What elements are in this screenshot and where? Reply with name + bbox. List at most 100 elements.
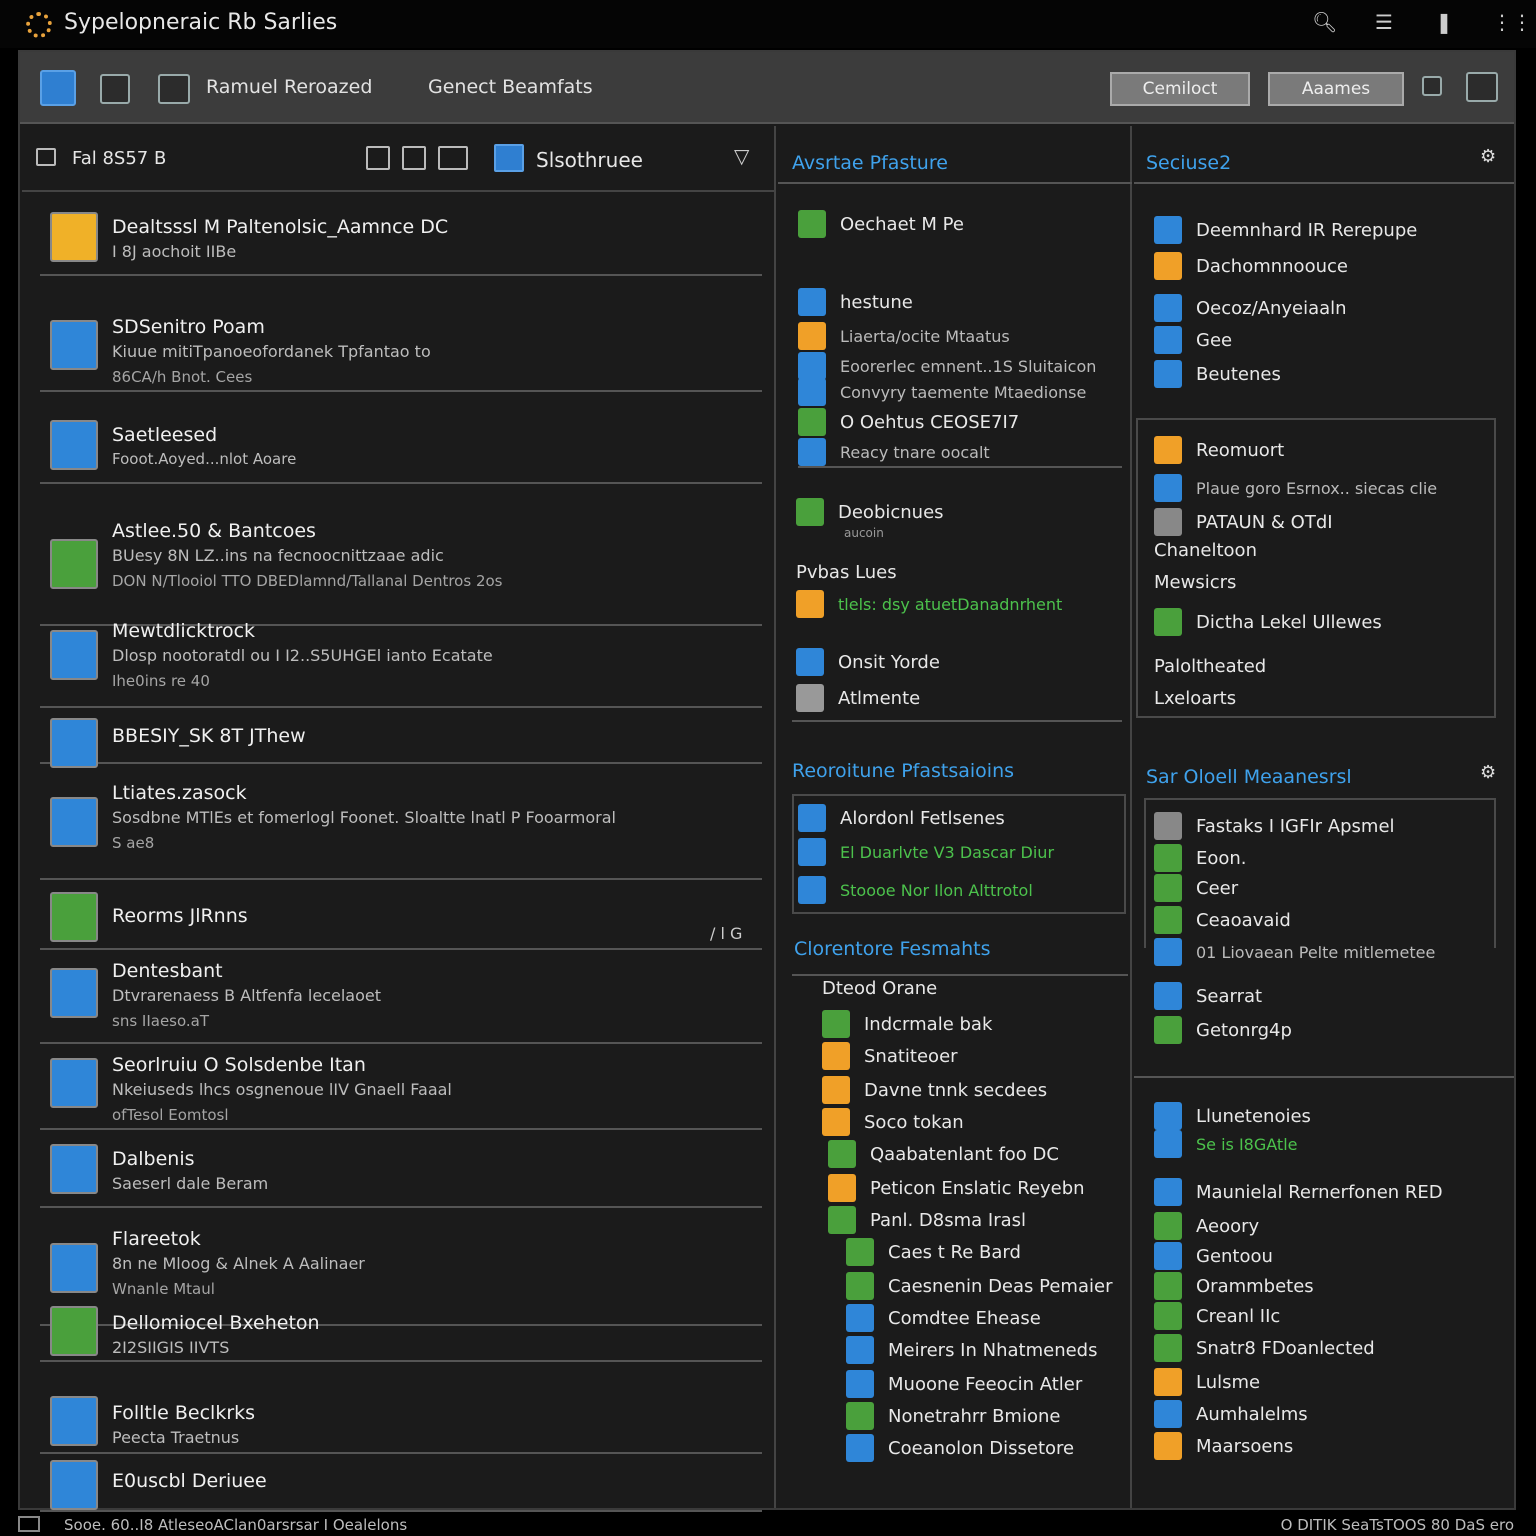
list-row[interactable]: Aeoory bbox=[1154, 1212, 1259, 1240]
list-row[interactable]: Oechaet M Pe bbox=[798, 210, 964, 238]
list-row[interactable]: Peticon Enslatic Reyebn bbox=[828, 1174, 1085, 1202]
chevron-down-icon[interactable]: ▽ bbox=[734, 144, 749, 168]
list-item[interactable]: Dellomiocel Bxeheton 2I2SIIGIS IIVTS bbox=[40, 1302, 762, 1362]
list-row[interactable]: Dteod Orane bbox=[822, 978, 937, 999]
list-item[interactable]: Dalbenis Saeserl dale Beram bbox=[40, 1138, 762, 1208]
list-row[interactable]: Reomuort bbox=[1154, 436, 1284, 464]
list-row[interactable]: O Oehtus CEOSE7I7 bbox=[798, 408, 1019, 436]
list-row[interactable]: Reacy tnare oocalt bbox=[798, 438, 990, 466]
list-item[interactable]: Dentesbant Dtvrarenaess B Altfenfa lecela… bbox=[40, 950, 762, 1044]
list-row[interactable]: Ceer bbox=[1154, 874, 1238, 902]
window-icon[interactable] bbox=[158, 74, 190, 104]
list-row[interactable]: Paloltheated bbox=[1154, 656, 1266, 677]
resize-icon[interactable] bbox=[1466, 72, 1498, 102]
list-row[interactable]: Plaue goro Esrnox.. siecas clie bbox=[1154, 474, 1437, 502]
list-row[interactable]: Panl. D8sma Irasl bbox=[828, 1206, 1026, 1234]
list-row[interactable]: Stoooe Nor Ilon Alttrotol bbox=[798, 876, 1033, 904]
list-item[interactable]: Folltle Beclkrks Peecta Traetnus bbox=[40, 1392, 762, 1454]
list-view-icon[interactable] bbox=[36, 148, 56, 166]
image-icon[interactable] bbox=[438, 146, 468, 170]
toolbar-button-2[interactable]: Aaames bbox=[1268, 72, 1404, 106]
list-row[interactable]: El Duarlvte V3 Dascar Diur bbox=[798, 838, 1054, 866]
list-row[interactable]: Se is I8GAtle bbox=[1154, 1130, 1297, 1158]
list-item[interactable]: Ltiates.zasock Sosdbne MTlEs et fomerlogl… bbox=[40, 772, 762, 880]
row-label: Gentoou bbox=[1196, 1245, 1273, 1267]
list-row[interactable]: Creanl IIc bbox=[1154, 1302, 1280, 1330]
home-icon[interactable] bbox=[40, 70, 76, 106]
list-row[interactable]: PATAUN & OTdI bbox=[1154, 508, 1333, 536]
list-icon[interactable]: ☰ bbox=[1372, 10, 1396, 34]
list-item[interactable]: Astlee.50 & Bantcoes BUesy 8N LZ..ins na … bbox=[40, 510, 762, 626]
list-row[interactable]: Gee bbox=[1154, 326, 1232, 354]
list-row[interactable]: Llunetenoies bbox=[1154, 1102, 1311, 1130]
chart-icon[interactable] bbox=[494, 144, 524, 172]
list-item[interactable]: BBESIY_SK 8T JThew bbox=[40, 714, 762, 768]
list-row[interactable]: tlels: dsy atuetDanadnrhent bbox=[796, 590, 1062, 618]
list-row[interactable]: Getonrg4p bbox=[1154, 1016, 1292, 1044]
list-row[interactable]: Comdtee Ehease bbox=[846, 1304, 1041, 1332]
list-row[interactable]: Aumhalelms bbox=[1154, 1400, 1308, 1428]
list-row[interactable]: Nonetrahrr Bmione bbox=[846, 1402, 1060, 1430]
list-row[interactable]: Snatr8 FDoanlected bbox=[1154, 1334, 1375, 1362]
filter-icon[interactable] bbox=[366, 146, 390, 170]
list-row[interactable]: Dictha Lekel Ullewes bbox=[1154, 608, 1382, 636]
list-row[interactable]: Lulsme bbox=[1154, 1368, 1260, 1396]
pin-icon[interactable]: ❚ bbox=[1432, 10, 1456, 34]
search-icon[interactable]: 🔍︎ bbox=[1312, 10, 1337, 34]
list-row[interactable]: Alordonl Fetlsenes bbox=[798, 804, 1005, 832]
list-item[interactable]: SDSenitro Poam Kiuue mitiTpanoeofordanek … bbox=[40, 306, 762, 392]
list-row[interactable]: Indcrmale bak bbox=[822, 1010, 992, 1038]
tag-icon[interactable] bbox=[402, 146, 426, 170]
list-row[interactable]: Deemnhard IR Rerepupe bbox=[1154, 216, 1417, 244]
list-row[interactable]: Liaerta/ocite Mtaatus bbox=[798, 322, 1010, 350]
list-item[interactable]: Seorlruiu O Solsdenbe Itan Nkeiuseds lhcs… bbox=[40, 1044, 762, 1130]
list-row[interactable]: Soco tokan bbox=[822, 1108, 964, 1136]
list-row[interactable]: Coeanolon Dissetore bbox=[846, 1434, 1074, 1462]
list-item[interactable]: E0uscbl Deriuee bbox=[40, 1456, 762, 1512]
list-row[interactable]: Fastaks I IGFIr Apsmel bbox=[1154, 812, 1395, 840]
list-row[interactable]: Lxeloarts bbox=[1154, 688, 1236, 709]
list-row[interactable]: Atlmente bbox=[796, 684, 920, 712]
settings-gear-icon[interactable]: ⚙ bbox=[1480, 146, 1496, 167]
list-row[interactable]: 01 Liovaean Pelte mitlemetee bbox=[1154, 938, 1435, 966]
list-row[interactable]: Gentoou bbox=[1154, 1242, 1273, 1270]
list-row[interactable]: Onsit Yorde bbox=[796, 648, 940, 676]
list-row[interactable]: Qaabatenlant foo DC bbox=[828, 1140, 1059, 1168]
list-item[interactable]: Dealtsssl M Paltenolsic_Aamnce DC I 8J ao… bbox=[40, 206, 762, 276]
list-row[interactable]: Orammbetes bbox=[1154, 1272, 1314, 1300]
list-row[interactable]: Beutenes bbox=[1154, 360, 1281, 388]
list-row[interactable]: Muoone Feeocin Atler bbox=[846, 1370, 1082, 1398]
list-row[interactable]: Maarsoens bbox=[1154, 1432, 1293, 1460]
list-row[interactable]: Davne tnnk secdees bbox=[822, 1076, 1047, 1104]
window-restore-icon[interactable] bbox=[1422, 76, 1442, 96]
list-row[interactable]: Meirers In Nhatmeneds bbox=[846, 1336, 1097, 1364]
list-row[interactable]: Convyry taemente Mtaedionse bbox=[798, 378, 1086, 406]
list-row[interactable]: Eoorerlec emnent..1S Sluitaicon bbox=[798, 352, 1096, 380]
more-icon[interactable]: ⋮⋮ bbox=[1492, 10, 1532, 34]
list-row[interactable]: Chaneltoon bbox=[1154, 540, 1257, 561]
status-left: Sooe. 60..I8 AtleseoAClan0arsrsar I Oeal… bbox=[64, 1516, 408, 1534]
settings-gear-icon-2[interactable]: ⚙ bbox=[1480, 762, 1496, 783]
list-row[interactable]: Dachomnnoouce bbox=[1154, 252, 1348, 280]
item-subtitle: Fooot.Aoyed...nlot Aoare bbox=[112, 450, 297, 468]
list-row[interactable]: Mewsicrs bbox=[1154, 572, 1236, 593]
list-item[interactable]: Saetleesed Fooot.Aoyed...nlot Aoare bbox=[40, 414, 762, 484]
list-row[interactable]: Snatiteoer bbox=[822, 1042, 958, 1070]
toolbar-button-1[interactable]: Cemiloct bbox=[1110, 72, 1250, 106]
list-row[interactable]: Searrat bbox=[1154, 982, 1262, 1010]
list-item[interactable]: Mewtdlicktrock Dlosp nootoratdl ou I I2..… bbox=[40, 610, 762, 708]
list-row[interactable]: hestune bbox=[798, 288, 913, 316]
list-row[interactable]: Pvbas Lues bbox=[796, 562, 897, 583]
monitor-icon[interactable] bbox=[100, 74, 130, 104]
list-row[interactable]: Caes t Re Bard bbox=[846, 1238, 1021, 1266]
row-icon bbox=[1154, 1400, 1182, 1428]
list-item[interactable]: Reorms JlRnns bbox=[40, 888, 762, 950]
list-row[interactable]: Ceaoavaid bbox=[1154, 906, 1291, 934]
list-row[interactable]: Caesnenin Deas Pemaier bbox=[846, 1272, 1112, 1300]
list-row[interactable]: Oecoz/Anyeiaaln bbox=[1154, 294, 1347, 322]
list-row[interactable]: Deobicnues bbox=[796, 498, 944, 526]
list-row[interactable]: Eoon. bbox=[1154, 844, 1247, 872]
toolbar-label-2[interactable]: Genect Beamfats bbox=[428, 76, 593, 98]
list-row[interactable]: Maunielal Rernerfonen RED bbox=[1154, 1178, 1443, 1206]
toolbar-label-1[interactable]: Ramuel Reroazed bbox=[206, 76, 372, 98]
